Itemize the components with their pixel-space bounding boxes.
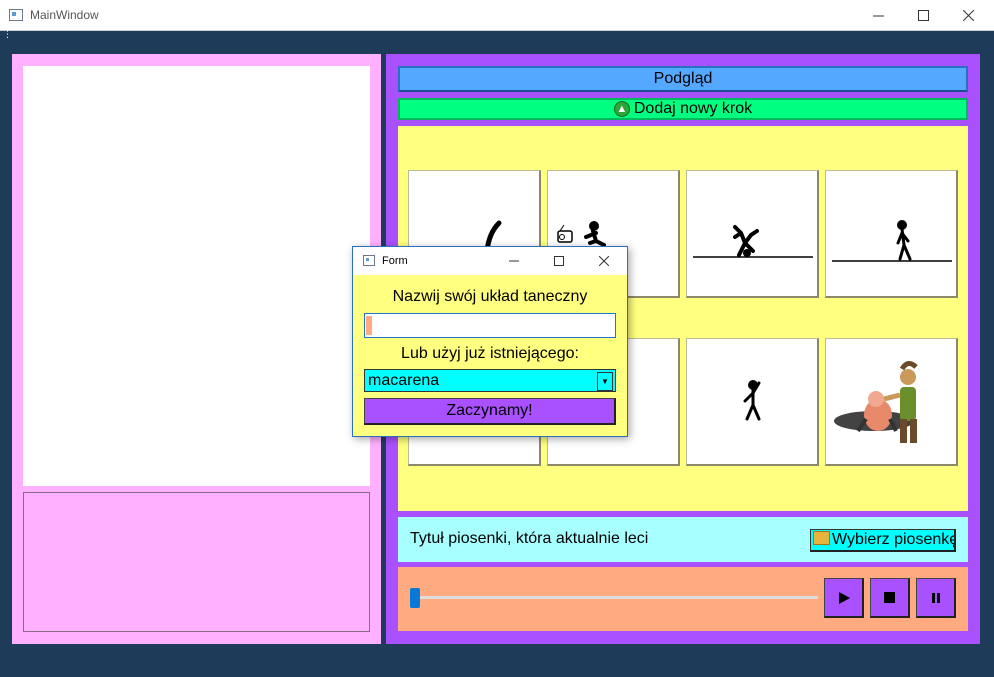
- dancer-arm-up-icon: [743, 380, 761, 421]
- choreography-name-label: Nazwij swój układ taneczny: [392, 288, 588, 305]
- minimize-button[interactable]: [855, 0, 901, 31]
- folder-icon: [813, 531, 830, 545]
- minimize-icon: [509, 260, 519, 262]
- dance-step-card[interactable]: [825, 170, 958, 298]
- maximize-icon: [554, 256, 564, 266]
- main-window-titlebar[interactable]: MainWindow: [0, 0, 994, 31]
- choreography-name-input[interactable]: [364, 313, 616, 338]
- pause-button[interactable]: [916, 578, 956, 618]
- dialog-maximize-button[interactable]: [537, 247, 581, 275]
- close-button[interactable]: [945, 0, 991, 31]
- seek-slider-handle[interactable]: [410, 588, 420, 608]
- seek-slider-track[interactable]: [412, 596, 818, 599]
- maximize-button[interactable]: [900, 0, 946, 31]
- preview-canvas: [23, 66, 370, 486]
- steps-list-panel: [23, 492, 370, 632]
- cartoon-characters-image: [834, 361, 918, 443]
- existing-choreography-label: Lub użyj już istniejącego:: [401, 345, 579, 362]
- minimize-icon: [872, 15, 884, 17]
- dance-step-card[interactable]: [686, 338, 819, 466]
- arrow-up-icon: ▲: [613, 101, 630, 117]
- stop-button[interactable]: [870, 578, 910, 618]
- dancer-standing-icon: [832, 220, 952, 262]
- add-step-label: Dodaj nowy krok: [633, 100, 753, 117]
- dialog-close-button[interactable]: [582, 247, 626, 275]
- dance-step-card[interactable]: [686, 170, 819, 298]
- add-step-button[interactable]: ▲ Dodaj nowy krok: [398, 98, 968, 120]
- maximize-icon: [917, 10, 929, 21]
- choose-song-label: Wybierz piosenkę: [832, 531, 956, 548]
- breakdance-figure-icon: [693, 225, 813, 258]
- play-button[interactable]: [824, 578, 864, 618]
- dialog-titlebar[interactable]: Form: [353, 247, 627, 275]
- start-button[interactable]: Zaczynamy!: [364, 398, 616, 425]
- current-song-title: Tytuł piosenki, która aktualnie leci: [410, 530, 649, 547]
- dialog-window-icon: [363, 255, 375, 266]
- preview-button[interactable]: Podgląd: [398, 66, 968, 92]
- play-icon: [838, 591, 850, 604]
- chevron-down-icon[interactable]: ▼: [597, 372, 613, 391]
- toolbar-grip-icon[interactable]: ⋮: [3, 31, 12, 40]
- choreography-select-value: macarena: [368, 372, 440, 389]
- choreography-select[interactable]: macarena ▼: [364, 369, 616, 392]
- choose-song-button[interactable]: Wybierz piosenkę: [810, 529, 956, 552]
- stop-icon: [883, 591, 895, 603]
- app-window-icon: [9, 9, 23, 21]
- dialog-title: Form: [382, 255, 408, 267]
- pause-icon: [931, 592, 940, 603]
- dialog-minimize-button[interactable]: [492, 247, 536, 275]
- text-cursor: [366, 316, 372, 335]
- close-icon: [962, 10, 974, 21]
- dance-step-card[interactable]: [825, 338, 958, 466]
- toolbar-strip: [0, 31, 994, 41]
- close-icon: [599, 256, 609, 266]
- window-title: MainWindow: [30, 8, 99, 22]
